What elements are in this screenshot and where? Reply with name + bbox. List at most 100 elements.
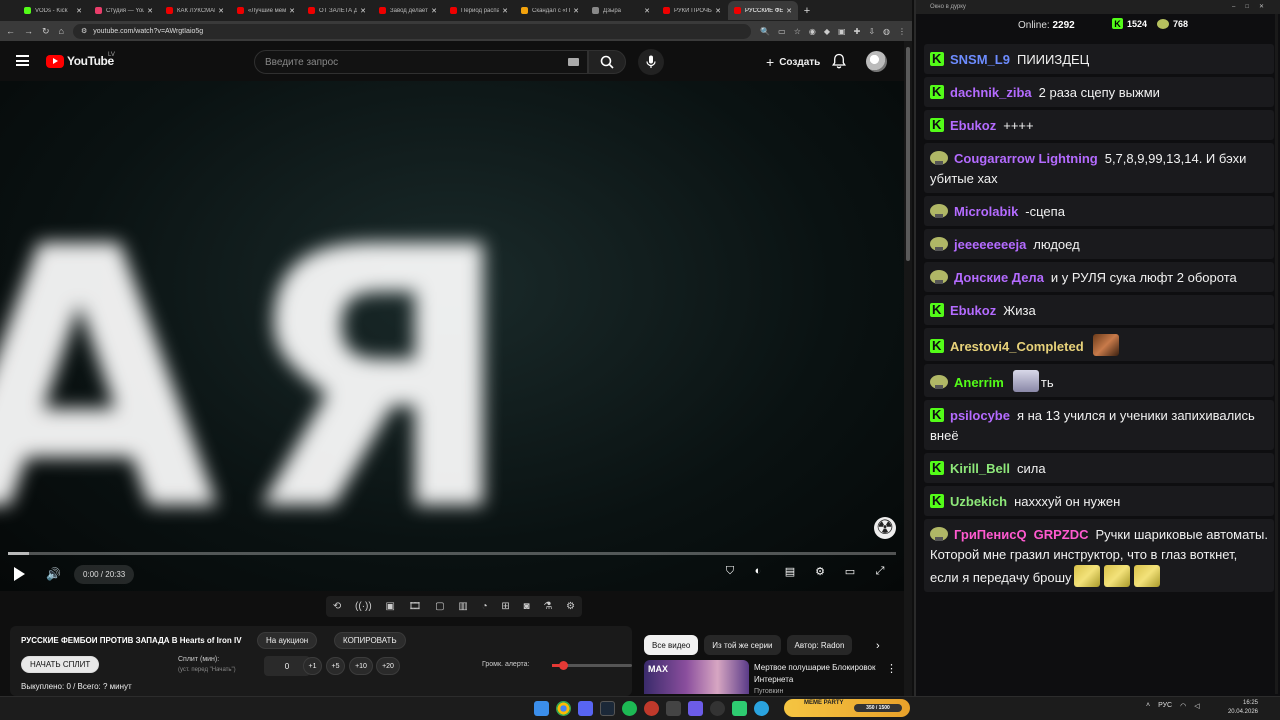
zoom-icon[interactable]: 🔍 (760, 27, 770, 36)
alert-volume-slider[interactable] (552, 661, 632, 670)
tab-close-icon[interactable]: ✕ (502, 7, 508, 15)
frames-icon[interactable]: ▥ (458, 601, 467, 612)
app-icon[interactable] (688, 701, 703, 716)
browser-tab[interactable]: РУССКИЕ ФЕМ✕ (728, 1, 798, 20)
chip-same-series[interactable]: Из той же серии (704, 635, 781, 655)
app-icon[interactable] (644, 701, 659, 716)
tab-close-icon[interactable]: ✕ (360, 7, 366, 15)
telegram-icon[interactable] (754, 701, 769, 716)
browser-tab[interactable]: «Лучшие мемы✕ (231, 1, 301, 20)
profile-icon[interactable]: ◍ (883, 27, 890, 36)
step-button[interactable]: +10 (349, 657, 373, 675)
loop-icon[interactable]: ⟲ (333, 601, 341, 612)
app-icon[interactable] (666, 701, 681, 716)
chat-scrollbar[interactable] (1275, 14, 1278, 694)
browser-tab[interactable]: КАК ЛУКСМАКС✕ (160, 1, 230, 20)
keyboard-icon[interactable] (568, 58, 579, 66)
auction-button[interactable]: На аукцион (257, 632, 318, 649)
steam-icon[interactable] (600, 701, 615, 716)
browser-tab[interactable]: Период распада✕ (444, 1, 514, 20)
app-icon[interactable] (732, 701, 747, 716)
fullscreen-icon[interactable]: ⤢ (872, 565, 888, 579)
settings-gear-icon[interactable]: ⚙ (812, 565, 828, 579)
recommended-video[interactable]: MAX Мертвое полушарие Блокировок Интерне… (644, 660, 904, 695)
bookmark-star-icon[interactable]: ☆ (794, 27, 801, 36)
chat-username[interactable]: SNSM_L9 (950, 52, 1010, 67)
browser-tab[interactable]: Завод делает ✕ (373, 1, 443, 20)
youtube-logo[interactable]: YouTube LV (46, 52, 115, 68)
step-button[interactable]: +20 (376, 657, 400, 675)
scrollbar-thumb[interactable] (906, 47, 910, 261)
chat-username[interactable]: Anerrim (954, 375, 1004, 390)
chat-username[interactable]: Ebukoz (950, 303, 996, 318)
chat-username[interactable]: Uzbekich (950, 494, 1007, 509)
voice-search-button[interactable] (638, 49, 664, 75)
tab-close-icon[interactable]: ✕ (573, 7, 579, 15)
chat-username[interactable]: Arestovi4_Completed (950, 339, 1084, 354)
chevron-right-icon[interactable]: › (876, 640, 880, 652)
notifications-bell-icon[interactable] (832, 53, 846, 69)
picture-in-picture-icon[interactable]: ▢ (435, 601, 444, 612)
play-button[interactable] (14, 567, 25, 581)
more-options-icon[interactable]: ⋮ (886, 662, 897, 675)
chevron-up-icon[interactable]: ˄ (1146, 702, 1150, 710)
chat-username[interactable]: ГриПенисQ (954, 527, 1027, 542)
search-button[interactable] (588, 50, 626, 74)
browser-tab[interactable]: VODs - Kick ✕ (18, 1, 88, 20)
chat-username[interactable]: psilocybe (950, 408, 1010, 423)
browser-tab[interactable]: РУКИ ПРОЧЬ ✕ (657, 1, 727, 20)
account-avatar[interactable] (866, 51, 887, 72)
start-split-button[interactable]: НАЧАТЬ СПЛИТ (21, 656, 100, 673)
browser-tab[interactable]: Скандал с «П ✕ (515, 1, 585, 20)
address-bar[interactable]: ⚙ youtube.com/watch?v=AWrgtIaio5g (72, 23, 752, 39)
clock[interactable]: 16:25 20.04.2026 (1226, 699, 1258, 717)
search-input[interactable]: Введите запрос (254, 50, 588, 74)
menu-icon[interactable] (16, 55, 29, 66)
chat-username[interactable]: Kirill_Bell (950, 461, 1010, 476)
step-button[interactable]: +5 (326, 657, 345, 675)
tab-close-icon[interactable]: ✕ (431, 7, 437, 15)
theater-mode-icon[interactable]: ▭ (842, 565, 858, 579)
extension-icon[interactable]: ◉ (809, 27, 816, 36)
site-info-icon[interactable]: ⚙ (81, 27, 87, 35)
film-icon[interactable]: 🎞 (409, 601, 422, 612)
discord-icon[interactable] (578, 701, 593, 716)
tab-close-icon[interactable]: ✕ (715, 7, 721, 15)
flask-icon[interactable]: ⚗ (543, 601, 552, 612)
screen-record-icon[interactable]: ▣ (385, 601, 394, 612)
chat-username[interactable]: Донские Дела (954, 270, 1044, 285)
chat-username[interactable]: Cougararrow Lightning (954, 151, 1098, 166)
forward-icon[interactable]: → (24, 26, 33, 36)
subtitles-icon[interactable]: ▤ (782, 565, 798, 579)
tab-close-icon[interactable]: ✕ (786, 7, 792, 15)
copy-button[interactable]: КОПИРОВАТЬ (334, 632, 406, 649)
recommended-video-title[interactable]: Мертвое полушарие Блокировок Интернета (754, 662, 884, 686)
start-icon[interactable] (534, 701, 549, 716)
tab-close-icon[interactable]: ✕ (644, 7, 650, 15)
chat-username[interactable]: Ebukoz (950, 118, 996, 133)
extension-icon[interactable]: ◆ (824, 27, 830, 36)
tab-close-icon[interactable]: ✕ (76, 7, 82, 15)
sponsorblock-icon[interactable]: ⛉ (722, 565, 738, 579)
speed-icon[interactable]: ◔ (482, 601, 488, 612)
create-button[interactable]: + Создать (758, 51, 828, 73)
volume-icon[interactable]: 🔊 (46, 567, 61, 581)
chip-all-videos[interactable]: Все видео (644, 635, 699, 655)
cast-icon[interactable]: ▭ (778, 27, 786, 36)
chat-username-secondary[interactable]: GRPZDC (1034, 527, 1089, 542)
slider-knob[interactable] (559, 661, 569, 670)
wifi-icon[interactable]: ◠ (1180, 702, 1186, 710)
back-icon[interactable]: ← (6, 26, 15, 36)
speaker-icon[interactable]: ◁ (1194, 702, 1199, 710)
chat-username[interactable]: Microlabik (954, 204, 1018, 219)
extension-icon[interactable]: ▣ (838, 27, 846, 36)
tab-close-icon[interactable]: ✕ (289, 7, 295, 15)
progress-bar[interactable] (8, 552, 896, 555)
page-scrollbar[interactable] (904, 41, 912, 696)
meme-party-widget[interactable]: MEME PARTY 350 / 1500 (784, 699, 910, 717)
recommended-channel[interactable]: Пуговкин (754, 688, 783, 695)
video-player[interactable]: АЯ 🔊 0:00 / 20:33 ⛉ ◐ ▤ ⚙ ▭ ⤢ (0, 81, 904, 591)
download-icon[interactable]: ⇩ (868, 27, 875, 36)
chrome-icon[interactable] (556, 701, 571, 716)
menu-dots-icon[interactable]: ⋮ (898, 27, 906, 36)
